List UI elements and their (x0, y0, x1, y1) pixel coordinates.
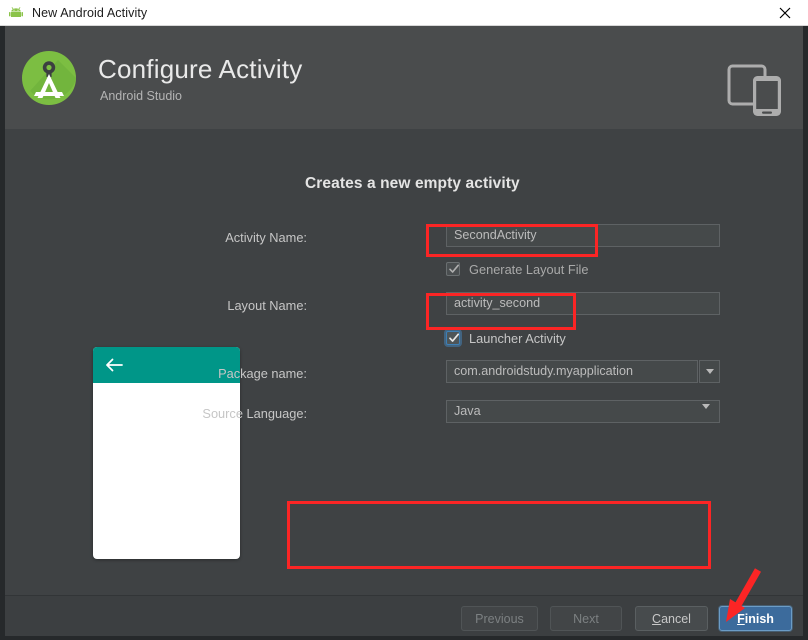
check-icon (448, 331, 460, 345)
check-icon (448, 262, 460, 276)
finish-mnemonic: F (737, 611, 745, 626)
page-title: Configure Activity (98, 53, 303, 84)
tablet-and-phone-icon (727, 62, 789, 117)
chevron-down-icon (705, 369, 714, 374)
source-language-label: Source Language: (202, 406, 307, 421)
generate-layout-file-checkbox[interactable]: Generate Layout File (446, 260, 589, 278)
layout-name-input[interactable]: activity_second (446, 292, 720, 315)
section-title: Creates a new empty activity (305, 175, 520, 192)
activity-name-input[interactable]: SecondActivity (446, 224, 720, 247)
activity-name-label: Activity Name: (225, 230, 307, 245)
cancel-button[interactable]: Cancel (635, 606, 708, 631)
checkbox-box[interactable] (446, 262, 460, 276)
checkbox-label: Generate Layout File (469, 261, 589, 277)
wizard-header: Configure Activity Android Studio (5, 26, 803, 129)
checkbox-label: Launcher Activity (469, 330, 566, 346)
finish-label-rest: inish (744, 611, 774, 626)
window-title: New Android Activity (32, 5, 148, 20)
next-button[interactable]: Next (550, 606, 622, 631)
previous-button[interactable]: Previous (461, 606, 538, 631)
launcher-activity-checkbox[interactable]: Launcher Activity (446, 329, 566, 347)
package-name-label: Package name: (218, 366, 307, 381)
dialog-body: Configure Activity Android Studio Create… (0, 26, 808, 640)
android-head-icon (8, 5, 24, 21)
page-subtitle: Android Studio (100, 88, 183, 103)
package-name-input[interactable]: com.androidstudy.myapplication (446, 360, 698, 383)
checkbox-box[interactable] (446, 331, 460, 345)
triangle-glyph (702, 404, 710, 426)
back-arrow-icon (105, 358, 123, 372)
layout-name-label: Layout Name: (227, 298, 307, 313)
wizard-content: Creates a new empty activity Activity Na… (5, 129, 803, 635)
chevron-down-icon (702, 404, 795, 427)
new-android-activity-dialog: New Android Activity Configure Activity … (0, 0, 808, 640)
package-name-dropdown-button[interactable] (699, 360, 720, 383)
source-language-select[interactable]: Java (446, 400, 720, 423)
finish-button[interactable]: Finish (719, 606, 792, 631)
cancel-label-rest: ancel (661, 611, 691, 626)
close-icon[interactable] (762, 0, 808, 25)
dialog-button-bar: Previous Next Cancel Finish (5, 595, 803, 636)
android-studio-logo (18, 47, 80, 109)
window-titlebar: New Android Activity (0, 0, 808, 26)
cancel-mnemonic: C (652, 611, 662, 626)
header-text-block: Configure Activity Android Studio (98, 53, 302, 103)
